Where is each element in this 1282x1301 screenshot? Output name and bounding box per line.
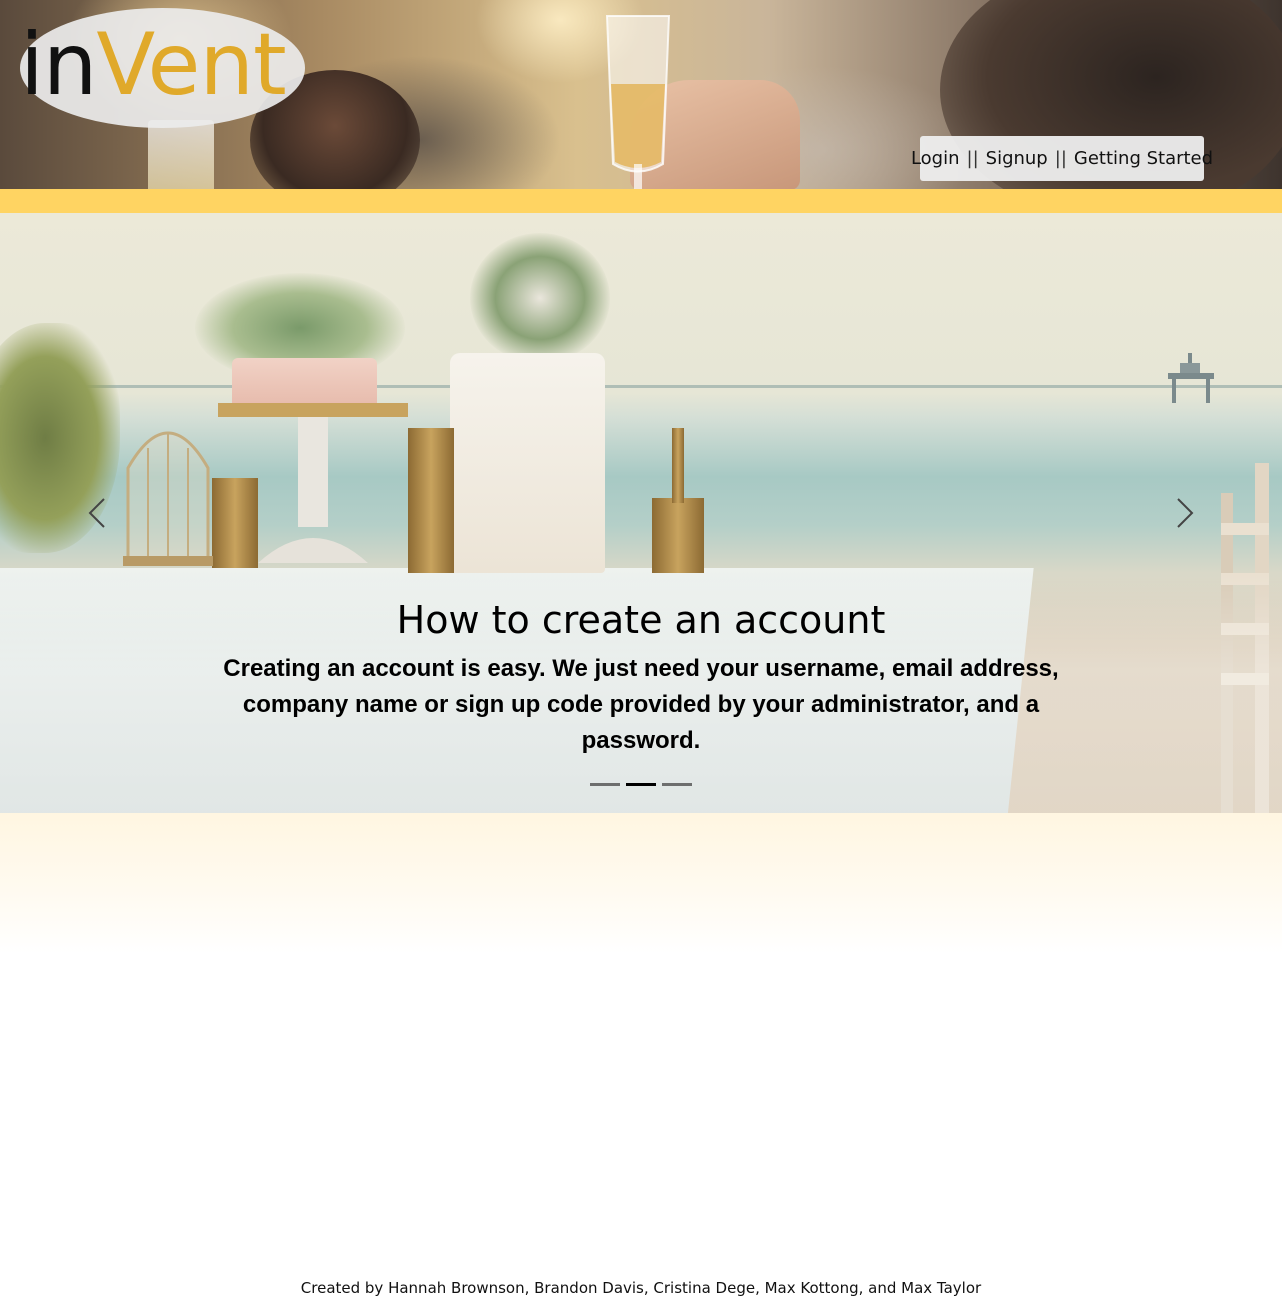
header-photo-glass xyxy=(148,120,214,189)
accent-band xyxy=(0,189,1282,213)
header-photo-champagne-glass xyxy=(605,15,671,189)
logo-text-vent: Vent xyxy=(96,15,286,115)
carousel-photo-birdcage xyxy=(123,431,213,566)
carousel-photo-flowers xyxy=(470,233,610,363)
site-logo[interactable]: inVent xyxy=(20,10,287,120)
carousel-indicator-1[interactable] xyxy=(590,783,620,786)
carousel-indicator-3[interactable] xyxy=(662,783,692,786)
carousel-photo-candle-holder xyxy=(652,498,704,573)
footer-credits: Created by Hannah Brownson, Brandon Davi… xyxy=(300,1279,982,1297)
carousel-prev-button[interactable] xyxy=(82,493,112,533)
chevron-left-icon xyxy=(88,498,105,528)
carousel-photo-candle-holder xyxy=(408,428,454,573)
carousel-photo-candle-holder xyxy=(212,478,258,568)
carousel-indicators xyxy=(590,783,692,787)
slide-text: Creating an account is easy. We just nee… xyxy=(223,655,1059,754)
carousel-photo-oil-rig xyxy=(1168,353,1214,403)
slide-title: How to create an account xyxy=(396,598,886,642)
content-area xyxy=(0,813,1282,953)
page: inVent Login || Signup || Getting Starte… xyxy=(0,0,1282,1301)
carousel-next-button[interactable] xyxy=(1170,493,1200,533)
carousel-indicator-2[interactable] xyxy=(626,783,656,786)
nav-login-link[interactable]: Login xyxy=(911,148,960,169)
nav-signup-link[interactable]: Signup xyxy=(986,148,1048,169)
chevron-right-icon xyxy=(1177,498,1194,528)
carousel-photo-candle-holder xyxy=(672,428,684,503)
carousel-photo-wedding-cake xyxy=(450,353,605,573)
nav-getting-started-link[interactable]: Getting Started xyxy=(1074,148,1213,169)
slide-caption: How to create an account Creating an acc… xyxy=(200,593,1082,759)
hero-carousel: How to create an account Creating an acc… xyxy=(0,213,1282,813)
header-banner: inVent Login || Signup || Getting Starte… xyxy=(0,0,1282,189)
top-nav: Login || Signup || Getting Started xyxy=(911,136,1213,181)
nav-separator: || xyxy=(966,148,979,169)
nav-separator: || xyxy=(1054,148,1067,169)
logo-text-in: in xyxy=(20,15,97,115)
